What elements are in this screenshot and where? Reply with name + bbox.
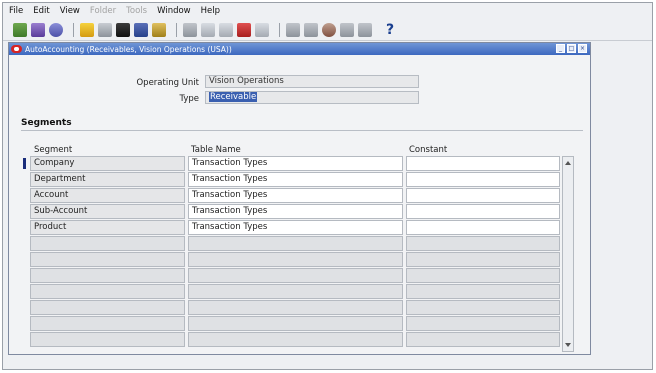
table-name-cell[interactable]: Transaction Types [188, 188, 403, 203]
cut-icon[interactable] [183, 22, 197, 37]
segment-cell[interactable] [30, 284, 185, 299]
constant-cell[interactable] [406, 236, 560, 251]
segment-cell[interactable] [30, 252, 185, 267]
table-name-cell[interactable] [188, 252, 403, 267]
vertical-scrollbar[interactable] [562, 156, 574, 352]
table-name-cell[interactable]: Transaction Types [188, 172, 403, 187]
table-name-cell[interactable] [188, 236, 403, 251]
table-name-cell[interactable] [188, 268, 403, 283]
column-header-constant: Constant [409, 145, 448, 155]
constant-cell[interactable] [406, 316, 560, 331]
window-title-bar[interactable]: AutoAccounting (Receivables, Vision Oper… [9, 43, 590, 55]
close-form-icon[interactable] [134, 22, 148, 37]
segment-cell[interactable]: Sub-Account [30, 204, 185, 219]
table-name-cell[interactable] [188, 300, 403, 315]
open-folder-icon[interactable] [80, 22, 94, 37]
segment-cell[interactable] [30, 332, 185, 347]
constant-cell[interactable] [406, 204, 560, 219]
section-divider [21, 130, 583, 131]
application-frame: File Edit View Folder Tools Window Help … [2, 2, 653, 370]
menu-bar: File Edit View Folder Tools Window Help [3, 3, 652, 18]
segment-cell[interactable] [30, 236, 185, 251]
attachment-clip-icon[interactable] [340, 22, 354, 37]
column-header-table-name: Table Name [191, 145, 241, 155]
find-icon[interactable] [31, 22, 45, 37]
type-field[interactable]: Receivable [205, 91, 419, 104]
table-name-cell[interactable]: Transaction Types [188, 220, 403, 235]
segment-cell[interactable]: Account [30, 188, 185, 203]
constant-cell[interactable] [406, 252, 560, 267]
constant-cell[interactable] [406, 332, 560, 347]
menu-edit[interactable]: Edit [33, 6, 49, 16]
window-title: AutoAccounting (Receivables, Vision Oper… [25, 44, 232, 54]
print-icon[interactable] [116, 22, 130, 37]
operating-unit-label: Operating Unit [136, 78, 199, 88]
constant-cell[interactable] [406, 220, 560, 235]
menu-file[interactable]: File [9, 6, 23, 16]
table-name-cell[interactable] [188, 332, 403, 347]
save-icon[interactable] [98, 22, 112, 37]
window-controls: _ □ × [554, 44, 587, 53]
navigator-icon[interactable] [49, 22, 63, 37]
table-name-cell[interactable] [188, 284, 403, 299]
segment-cell[interactable]: Product [30, 220, 185, 235]
scroll-up-icon[interactable] [565, 161, 571, 165]
constant-cell[interactable] [406, 188, 560, 203]
menu-tools[interactable]: Tools [126, 6, 147, 16]
constant-cell[interactable] [406, 156, 560, 171]
type-label: Type [179, 94, 199, 104]
toolbar-separator [73, 22, 74, 37]
segment-cell[interactable] [30, 300, 185, 315]
minimize-icon[interactable]: _ [556, 44, 565, 53]
help-icon[interactable]: ? [386, 23, 394, 37]
type-value: Receivable [209, 92, 258, 102]
operating-unit-value: Vision Operations [209, 76, 284, 86]
segment-cell[interactable] [30, 316, 185, 331]
toolbar-separator [279, 22, 280, 37]
zoom-icon[interactable] [304, 22, 318, 37]
attachments-icon[interactable] [152, 22, 166, 37]
column-header-segment: Segment [34, 145, 73, 155]
constant-cell[interactable] [406, 284, 560, 299]
close-icon[interactable]: × [578, 44, 587, 53]
toolbar: ? [3, 19, 652, 41]
segment-cell[interactable]: Company [30, 156, 185, 171]
constant-cell[interactable] [406, 300, 560, 315]
clear-record-icon[interactable] [237, 22, 251, 37]
menu-window[interactable]: Window [157, 6, 191, 16]
table-name-cell[interactable]: Transaction Types [188, 156, 403, 171]
segments-section-title: Segments [21, 118, 72, 128]
copy-icon[interactable] [201, 22, 215, 37]
new-icon[interactable] [13, 22, 27, 37]
segment-cell[interactable] [30, 268, 185, 283]
operating-unit-field[interactable]: Vision Operations [205, 75, 419, 88]
folder-tools-icon[interactable] [358, 22, 372, 37]
table-name-cell[interactable]: Transaction Types [188, 204, 403, 219]
menu-help[interactable]: Help [201, 6, 220, 16]
paste-icon[interactable] [219, 22, 233, 37]
edit-field-icon[interactable] [286, 22, 300, 37]
current-record-indicator [23, 158, 26, 169]
menu-folder[interactable]: Folder [90, 6, 116, 16]
constant-cell[interactable] [406, 172, 560, 187]
toolbar-separator [176, 22, 177, 37]
constant-cell[interactable] [406, 268, 560, 283]
autoaccounting-window: AutoAccounting (Receivables, Vision Oper… [8, 42, 591, 355]
oracle-logo-icon [11, 45, 22, 53]
maximize-icon[interactable]: □ [567, 44, 576, 53]
translations-icon[interactable] [322, 22, 336, 37]
table-name-cell[interactable] [188, 316, 403, 331]
menu-view[interactable]: View [60, 6, 80, 16]
delete-icon[interactable] [255, 22, 269, 37]
segment-cell[interactable]: Department [30, 172, 185, 187]
scroll-down-icon[interactable] [565, 343, 571, 347]
